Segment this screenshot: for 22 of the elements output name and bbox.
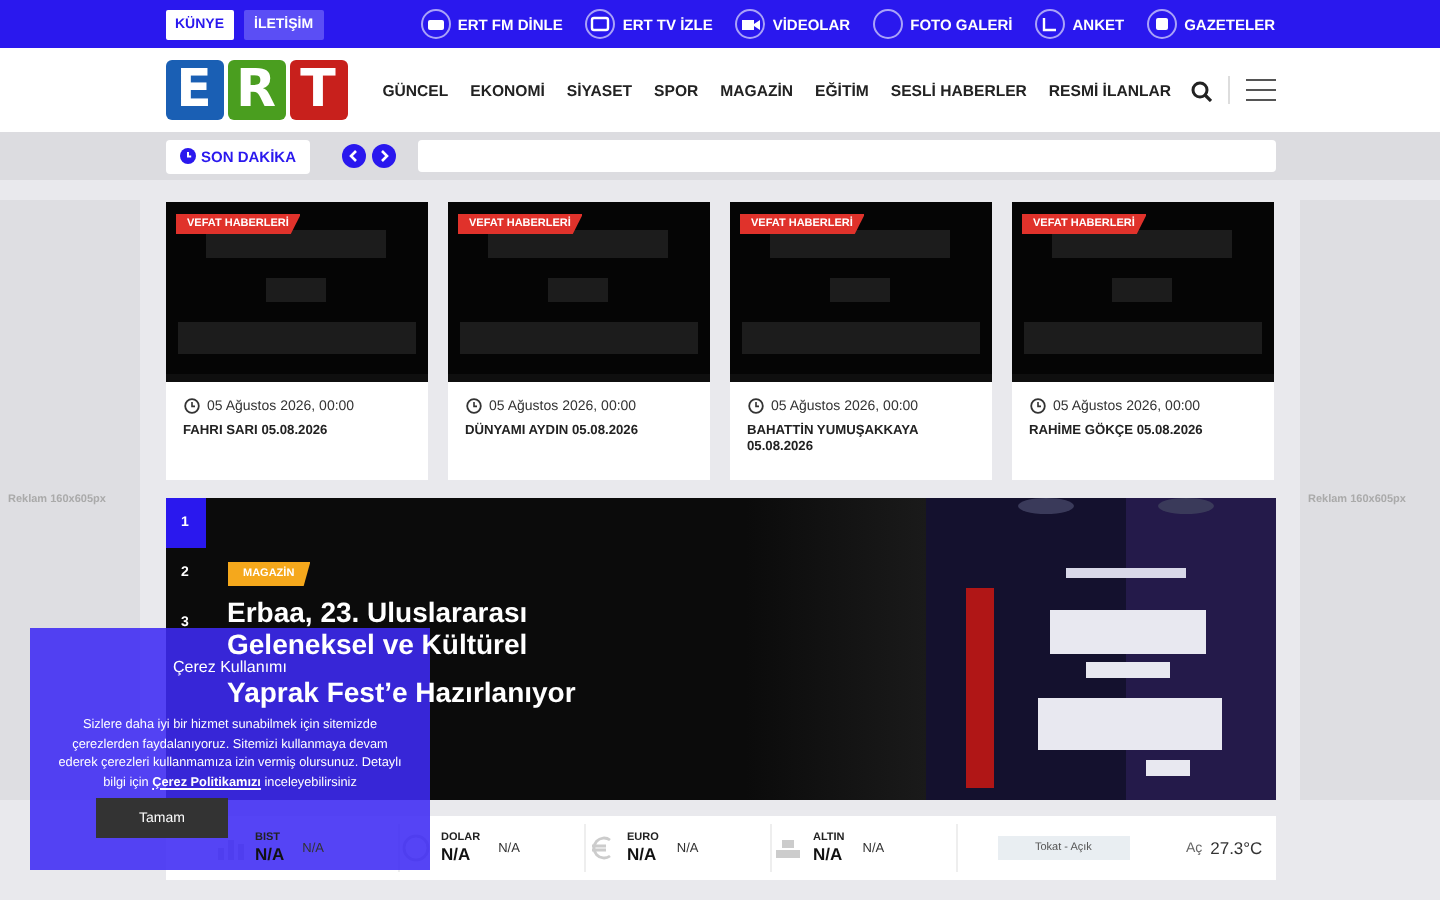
clock-icon	[179, 148, 195, 164]
slide-title-line[interactable]: Erbaa, 23. Uluslararası	[227, 598, 528, 626]
search-icon[interactable]	[1189, 79, 1211, 101]
market-value: N/A	[627, 844, 659, 864]
previous-button[interactable]	[342, 144, 367, 168]
next-button[interactable]	[372, 144, 397, 168]
logo-letter: E	[165, 60, 223, 120]
clock-icon	[1029, 398, 1045, 414]
logo-letter: R	[227, 60, 285, 120]
logo-letter: T	[289, 60, 347, 120]
market-value: N/A	[255, 844, 285, 864]
cookie-title: Çerez Kullanımı	[173, 660, 287, 676]
market-value: N/A	[441, 844, 473, 864]
clock-icon	[465, 398, 481, 414]
market-value: N/A	[813, 844, 845, 864]
video-icon	[734, 8, 767, 40]
clock-icon	[183, 398, 199, 414]
menu-icon[interactable]	[1245, 78, 1275, 102]
temperature: 27.3°C	[1210, 838, 1263, 858]
clock-icon	[747, 398, 763, 414]
radio-icon	[419, 8, 452, 40]
tv-icon	[584, 8, 617, 40]
